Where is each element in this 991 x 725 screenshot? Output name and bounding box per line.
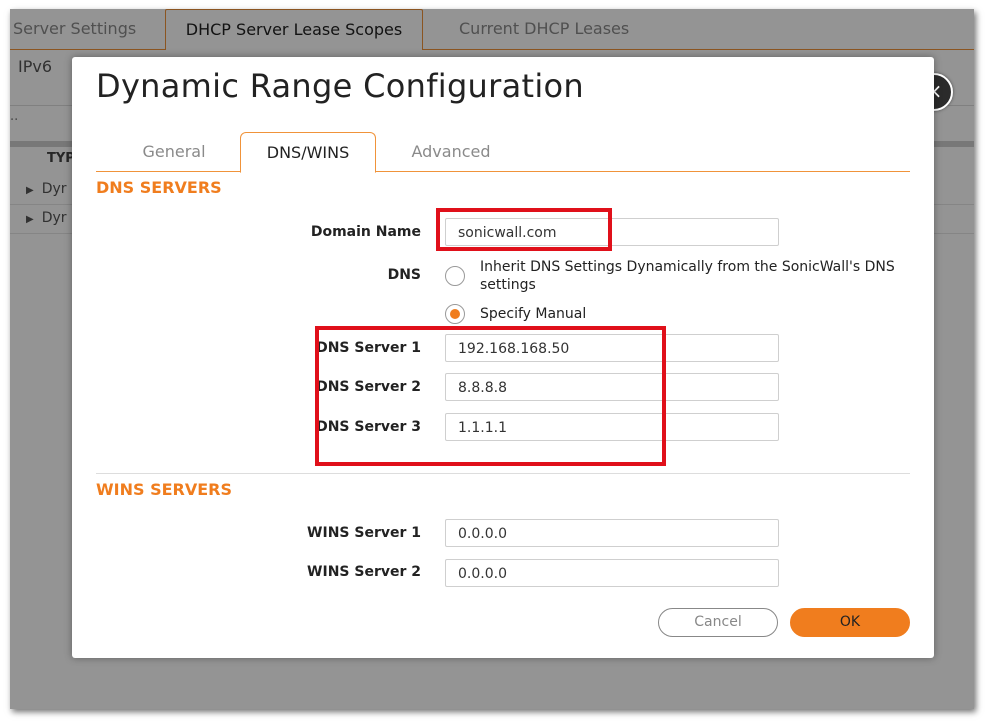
tabs-underline — [96, 171, 910, 172]
wins-server-2-label: WINS Server 2 — [307, 564, 421, 580]
dns-label: DNS — [387, 267, 421, 283]
highlight-dns-servers — [315, 326, 666, 466]
highlight-domain-name — [436, 208, 612, 251]
wins-server-1-input[interactable]: 0.0.0.0 — [445, 519, 779, 547]
tab-advanced[interactable]: Advanced — [394, 132, 508, 171]
domain-name-label: Domain Name — [310, 224, 421, 240]
radio-manual-label: Specify Manual — [480, 306, 587, 322]
cancel-button[interactable]: Cancel — [658, 608, 778, 637]
tab-dns-wins[interactable]: DNS/WINS — [240, 132, 376, 173]
wins-server-2-input[interactable]: 0.0.0.0 — [445, 559, 779, 587]
dns-servers-heading: DNS SERVERS — [96, 178, 222, 197]
radio-selected-dot — [450, 309, 460, 319]
wins-server-1-label: WINS Server 1 — [307, 525, 421, 541]
section-divider — [96, 473, 910, 474]
radio-specify-manual[interactable] — [445, 304, 465, 324]
ok-button[interactable]: OK — [790, 608, 910, 637]
dialog-title: Dynamic Range Configuration — [96, 67, 585, 105]
radio-inherit-dns[interactable] — [445, 266, 465, 286]
dynamic-range-dialog: Dynamic Range Configuration General DNS/… — [72, 57, 934, 658]
radio-inherit-label: Inherit DNS Settings Dynamically from th… — [480, 259, 895, 293]
wins-servers-heading: WINS SERVERS — [96, 480, 233, 499]
tab-general[interactable]: General — [118, 132, 230, 171]
